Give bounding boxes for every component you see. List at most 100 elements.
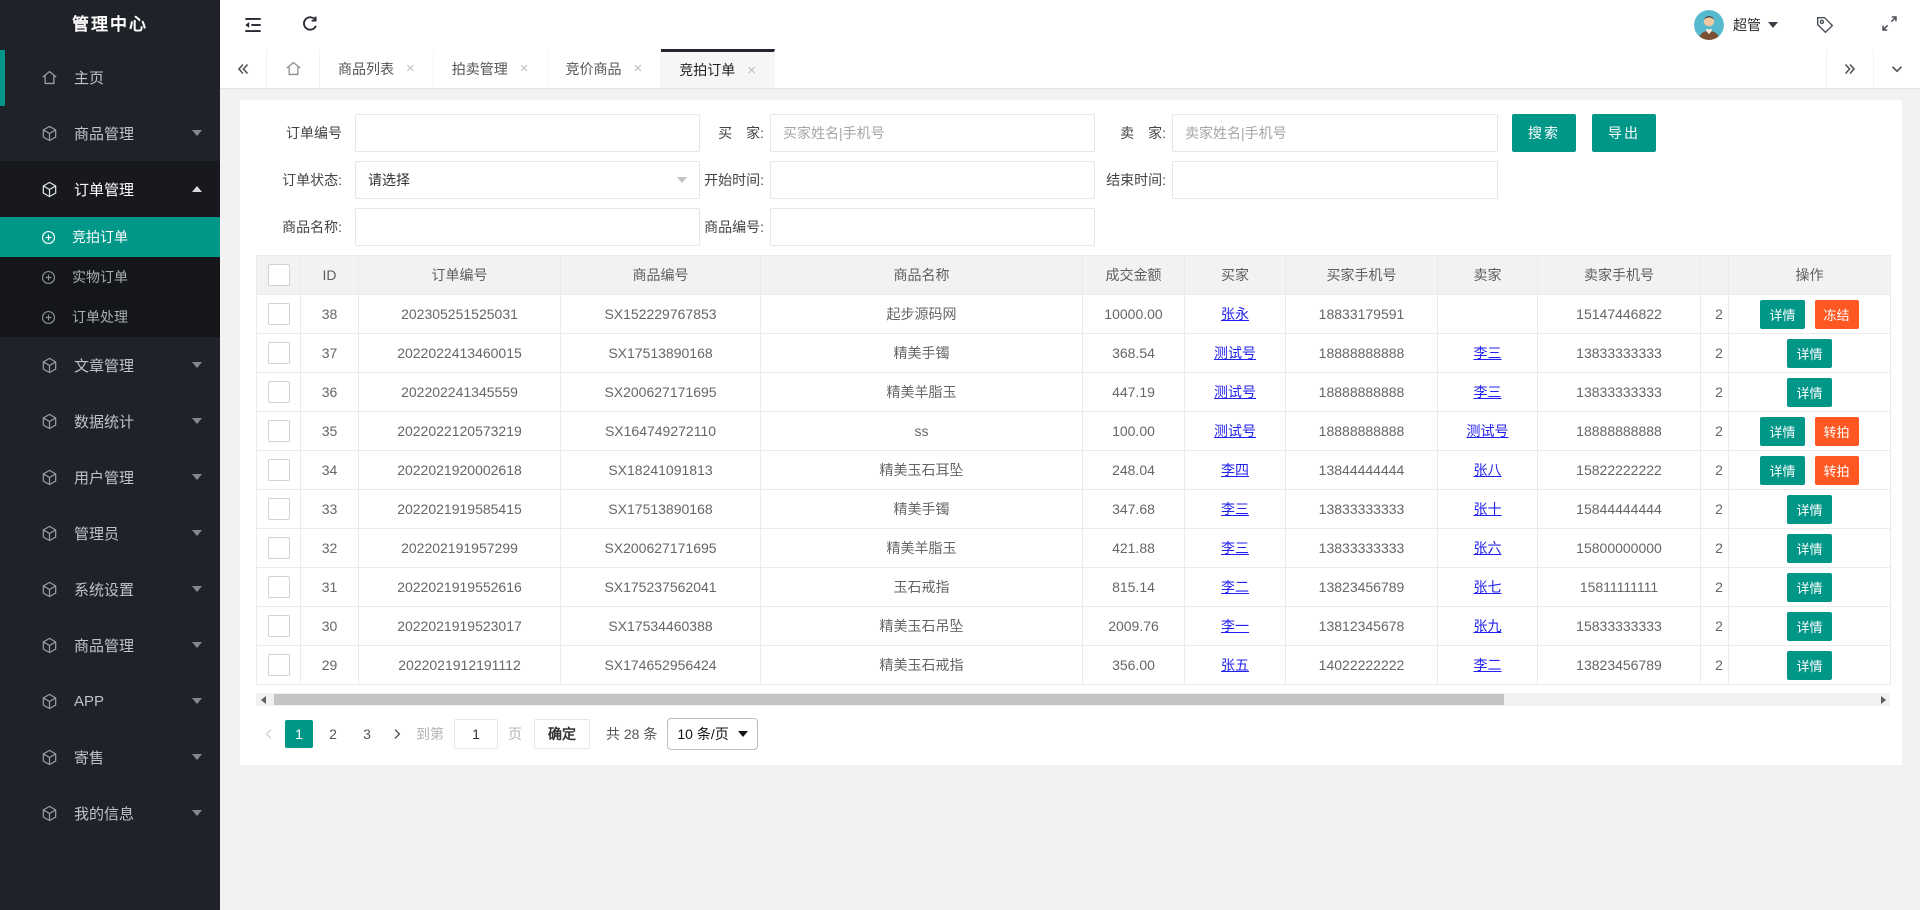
row-checkbox[interactable] xyxy=(268,615,290,637)
sidebar-subitem[interactable]: 实物订单 xyxy=(0,257,220,297)
sidebar-item[interactable]: APP xyxy=(0,673,220,729)
row-checkbox[interactable] xyxy=(268,498,290,520)
row-buyer-phone-cell: 13823456789 xyxy=(1286,568,1438,607)
buyer-link[interactable]: 测试号 xyxy=(1214,384,1256,400)
row-checkbox[interactable] xyxy=(268,342,290,364)
buyer-link[interactable]: 张五 xyxy=(1221,657,1249,673)
product-name-input[interactable] xyxy=(355,208,700,246)
row-checkbox[interactable] xyxy=(268,459,290,481)
detail-button[interactable]: 详情 xyxy=(1787,573,1831,602)
seller-link[interactable]: 李三 xyxy=(1474,345,1502,361)
sidebar-item[interactable]: 订单管理 xyxy=(0,161,220,217)
seller-link[interactable]: 张七 xyxy=(1474,579,1502,595)
sidebar-item[interactable]: 数据统计 xyxy=(0,393,220,449)
goto-page-input[interactable] xyxy=(454,719,498,749)
close-icon[interactable]: × xyxy=(406,60,415,77)
product-code-input[interactable] xyxy=(770,208,1095,246)
seller-input[interactable] xyxy=(1172,114,1498,152)
sidebar-item[interactable]: 主页 xyxy=(0,49,220,105)
user-menu[interactable]: 超管 xyxy=(1733,15,1778,35)
row-checkbox[interactable] xyxy=(268,303,290,325)
seller-link[interactable]: 测试号 xyxy=(1467,423,1509,439)
seller-link[interactable]: 李二 xyxy=(1474,657,1502,673)
detail-button[interactable]: 详情 xyxy=(1787,495,1831,524)
buyer-link[interactable]: 张永 xyxy=(1221,306,1249,322)
buyer-link[interactable]: 李四 xyxy=(1221,462,1249,478)
tab-item[interactable]: 拍卖管理× xyxy=(434,49,548,88)
seller-link[interactable]: 张八 xyxy=(1474,462,1502,478)
sidebar-item[interactable]: 文章管理 xyxy=(0,337,220,393)
buyer-link[interactable]: 测试号 xyxy=(1214,423,1256,439)
order-no-input[interactable] xyxy=(355,114,700,152)
seller-link[interactable]: 张六 xyxy=(1474,540,1502,556)
detail-button[interactable]: 详情 xyxy=(1760,456,1804,485)
close-icon[interactable]: × xyxy=(634,60,643,77)
fullscreen-icon[interactable] xyxy=(1880,14,1902,36)
seller-link[interactable]: 张十 xyxy=(1474,501,1502,517)
detail-button[interactable]: 详情 xyxy=(1787,339,1831,368)
sidebar-item[interactable]: 商品管理 xyxy=(0,105,220,161)
collapse-sidebar-icon[interactable] xyxy=(242,14,264,36)
tab-item[interactable]: 商品列表× xyxy=(320,49,434,88)
tabs-menu-button[interactable] xyxy=(1873,49,1920,88)
sidebar-item[interactable]: 系统设置 xyxy=(0,561,220,617)
detail-button[interactable]: 详情 xyxy=(1787,534,1831,563)
close-icon[interactable]: × xyxy=(747,62,756,79)
select-all-checkbox[interactable] xyxy=(268,264,290,286)
horizontal-scrollbar-thumb[interactable] xyxy=(274,694,1504,705)
sidebar-item[interactable]: 用户管理 xyxy=(0,449,220,505)
tabs-scroll-right-button[interactable] xyxy=(1826,49,1873,88)
page-number-button[interactable]: 2 xyxy=(319,720,347,748)
tab-home[interactable] xyxy=(267,49,320,88)
row-order-no: 2022021919552616 xyxy=(359,568,561,607)
resell-button[interactable]: 转拍 xyxy=(1815,456,1859,485)
sidebar-subitem[interactable]: 订单处理 xyxy=(0,297,220,337)
buyer-link[interactable]: 李三 xyxy=(1221,540,1249,556)
row-checkbox[interactable] xyxy=(268,576,290,598)
tabs-scroll-left-button[interactable] xyxy=(220,49,267,88)
scroll-right-arrow-icon[interactable] xyxy=(1876,693,1890,706)
start-time-input[interactable] xyxy=(770,161,1095,199)
detail-button[interactable]: 详情 xyxy=(1787,651,1831,680)
sidebar-item[interactable]: 管理员 xyxy=(0,505,220,561)
page-number-button[interactable]: 3 xyxy=(353,720,381,748)
page-size-select[interactable]: 10 条/页 xyxy=(667,718,757,750)
page-number-button[interactable]: 1 xyxy=(285,720,313,748)
buyer-link[interactable]: 测试号 xyxy=(1214,345,1256,361)
sidebar-subitem[interactable]: 竞拍订单 xyxy=(0,217,220,257)
refresh-icon[interactable] xyxy=(300,14,322,36)
close-icon[interactable]: × xyxy=(520,60,529,77)
row-checkbox[interactable] xyxy=(268,654,290,676)
detail-button[interactable]: 详情 xyxy=(1760,417,1804,446)
order-status-select[interactable]: 请选择 xyxy=(355,161,700,199)
tag-icon[interactable] xyxy=(1814,14,1836,36)
tab-item[interactable]: 竞价商品× xyxy=(548,49,662,88)
scroll-left-arrow-icon[interactable] xyxy=(256,693,270,706)
avatar[interactable] xyxy=(1694,10,1724,40)
tab-item[interactable]: 竞拍订单× xyxy=(661,49,775,88)
prev-page-button[interactable] xyxy=(256,720,282,748)
buyer-link[interactable]: 李二 xyxy=(1221,579,1249,595)
buyer-link[interactable]: 李三 xyxy=(1221,501,1249,517)
row-checkbox[interactable] xyxy=(268,381,290,403)
horizontal-scrollbar[interactable] xyxy=(256,693,1890,706)
end-time-input[interactable] xyxy=(1172,161,1498,199)
next-page-button[interactable] xyxy=(384,720,410,748)
detail-button[interactable]: 详情 xyxy=(1760,300,1804,329)
search-button[interactable]: 搜索 xyxy=(1512,114,1576,152)
sidebar-item[interactable]: 商品管理 xyxy=(0,617,220,673)
resell-button[interactable]: 转拍 xyxy=(1815,417,1859,446)
sidebar-item[interactable]: 寄售 xyxy=(0,729,220,785)
detail-button[interactable]: 详情 xyxy=(1787,612,1831,641)
detail-button[interactable]: 详情 xyxy=(1787,378,1831,407)
buyer-input[interactable] xyxy=(770,114,1095,152)
row-checkbox[interactable] xyxy=(268,420,290,442)
goto-confirm-button[interactable]: 确定 xyxy=(534,719,590,749)
sidebar-item[interactable]: 我的信息 xyxy=(0,785,220,841)
freeze-button[interactable]: 冻结 xyxy=(1815,300,1859,329)
export-button[interactable]: 导出 xyxy=(1592,114,1656,152)
seller-link[interactable]: 张九 xyxy=(1474,618,1502,634)
buyer-link[interactable]: 李一 xyxy=(1221,618,1249,634)
seller-link[interactable]: 李三 xyxy=(1474,384,1502,400)
row-checkbox[interactable] xyxy=(268,537,290,559)
